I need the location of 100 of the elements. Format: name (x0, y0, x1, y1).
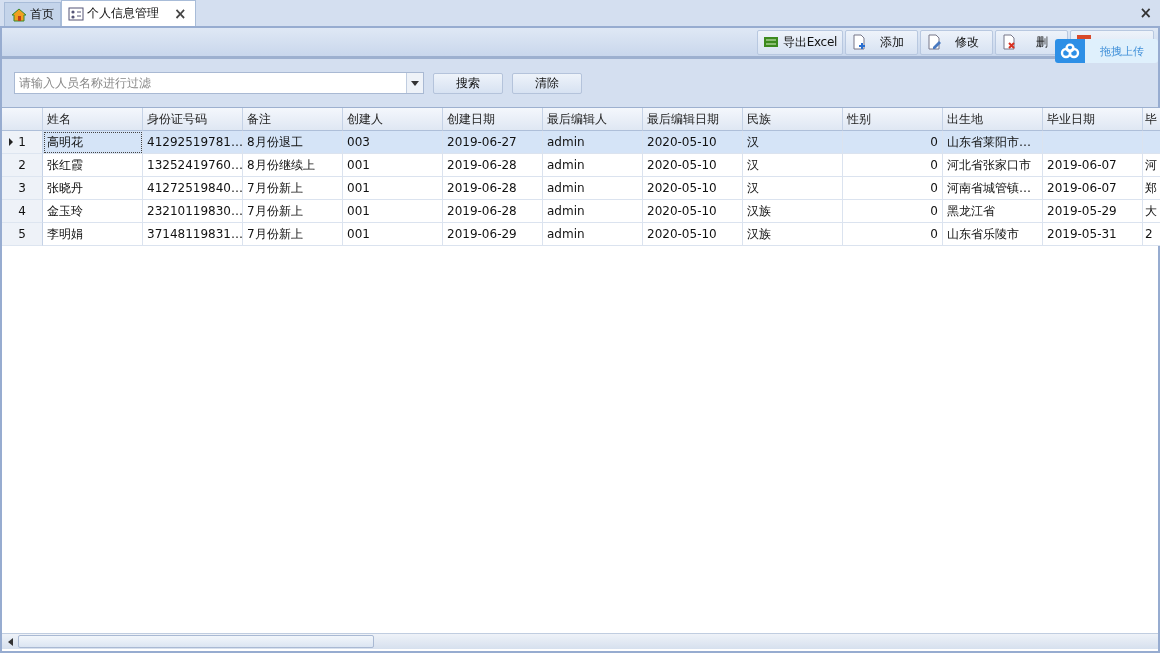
column-header[interactable]: 创建日期 (443, 108, 543, 131)
table-cell: 2019-06-27 (443, 131, 543, 154)
table-cell: 2019-05-31 (1043, 223, 1143, 246)
column-header[interactable]: 性别 (843, 108, 943, 131)
table-cell: admin (543, 131, 643, 154)
table-cell: 河南省城管镇… (943, 177, 1043, 200)
column-header[interactable]: 创建人 (343, 108, 443, 131)
row-number: 2 (18, 158, 26, 172)
row-header[interactable]: 4 (2, 200, 43, 223)
table-cell: 汉 (743, 154, 843, 177)
table-cell: 8月份继续上 (243, 154, 343, 177)
table-cell: 0 (843, 154, 943, 177)
table-cell: 0 (843, 177, 943, 200)
table-cell: 7月份新上 (243, 223, 343, 246)
table-cell: 山东省乐陵市 (943, 223, 1043, 246)
column-header[interactable]: 出生地 (943, 108, 1043, 131)
row-number: 1 (18, 135, 26, 149)
table-cell: 0 (843, 223, 943, 246)
toolbar-button[interactable]: 修改 (920, 29, 993, 55)
table-cell: 汉 (743, 131, 843, 154)
table-cell: 2 (1143, 223, 1160, 246)
dropdown-icon[interactable] (406, 73, 423, 93)
table-cell: 13252419760… (143, 154, 243, 177)
table-cell: 黑龙江省 (943, 200, 1043, 223)
row-header[interactable]: 2 (2, 154, 43, 177)
table-cell: 0 (843, 200, 943, 223)
row-header[interactable]: 1 (2, 131, 43, 154)
edit-document-icon (926, 34, 942, 50)
table-cell: 李明娟 (43, 223, 143, 246)
table-cell: 2020-05-10 (643, 223, 743, 246)
row-number: 4 (18, 204, 26, 218)
table-row[interactable]: 5 李明娟 37148119831… 7月份新上 001 2019-06-29 admin 2020-05-10 汉族 0 山东省乐陵市 2019-05-31 2 (2, 223, 1158, 246)
toolbar-button[interactable]: 导出Excel (757, 29, 843, 55)
tab-label[interactable]: 个人信息管理 (87, 5, 159, 22)
delete-document-icon (1001, 34, 1017, 50)
table-cell: 2020-05-10 (643, 177, 743, 200)
filter-button[interactable]: 清除 (512, 72, 582, 94)
toolbar-button[interactable]: 添加 (845, 29, 918, 55)
table-row[interactable]: 2 张红霞 13252419760… 8月份继续上 001 2019-06-28 admin 2020-05-10 汉 0 河北省张家口市 2019-06-07 河 (2, 154, 1158, 177)
table-cell: 41272519840… (143, 177, 243, 200)
table-cell: 2019-06-07 (1043, 154, 1143, 177)
row-header[interactable]: 5 (2, 223, 43, 246)
add-document-icon (851, 34, 867, 50)
corner-cell (2, 108, 43, 131)
filter-button[interactable]: 搜索 (433, 72, 503, 94)
table-cell: 23210119830… (143, 200, 243, 223)
table-cell: 003 (343, 131, 443, 154)
table-cell: 001 (343, 154, 443, 177)
table-cell: 37148119831… (143, 223, 243, 246)
tab[interactable]: 首页 (4, 2, 61, 26)
column-header[interactable]: 毕业日期 (1043, 108, 1143, 131)
row-number: 5 (18, 227, 26, 241)
column-header[interactable]: 毕 (1143, 108, 1160, 131)
table-cell: 汉族 (743, 200, 843, 223)
table-row[interactable]: 1 高明花 41292519781… 8月份退工 003 2019-06-27 admin 2020-05-10 汉 0 山东省莱阳市… (2, 131, 1158, 154)
table-cell: admin (543, 177, 643, 200)
table-cell: 2019-06-28 (443, 154, 543, 177)
table-cell: 2020-05-10 (643, 200, 743, 223)
table-cell: 郑 (1143, 177, 1160, 200)
column-header[interactable]: 最后编辑日期 (643, 108, 743, 131)
column-header[interactable]: 民族 (743, 108, 843, 131)
home-icon (11, 6, 27, 23)
table-cell: 2019-06-07 (1043, 177, 1143, 200)
table-cell: 金玉玲 (43, 200, 143, 223)
table-cell: 高明花 (43, 131, 143, 154)
table-cell: 大 (1143, 200, 1160, 223)
table-cell: 河北省张家口市 (943, 154, 1043, 177)
table-cell: 2019-06-28 (443, 200, 543, 223)
table-row[interactable]: 4 金玉玲 23210119830… 7月份新上 001 2019-06-28 admin 2020-05-10 汉族 0 黑龙江省 2019-05-29 大 (2, 200, 1158, 223)
scroll-thumb[interactable] (18, 635, 374, 648)
column-header[interactable]: 身份证号码 (143, 108, 243, 131)
table-cell: 2020-05-10 (643, 154, 743, 177)
table-cell: admin (543, 200, 643, 223)
spreadsheet-icon (763, 34, 780, 50)
column-header[interactable]: 备注 (243, 108, 343, 131)
close-button[interactable]: × (1137, 4, 1154, 22)
tab-label[interactable]: 首页 (30, 6, 54, 23)
table-cell: 山东省莱阳市… (943, 131, 1043, 154)
table-cell: 张红霞 (43, 154, 143, 177)
table-cell: 001 (343, 200, 443, 223)
horizontal-scrollbar[interactable] (2, 633, 1158, 649)
table-cell: 001 (343, 177, 443, 200)
tab[interactable]: 个人信息管理 × (61, 0, 196, 26)
table-cell: 001 (343, 223, 443, 246)
table-cell: 汉族 (743, 223, 843, 246)
table-cell: 7月份新上 (243, 200, 343, 223)
column-header[interactable]: 姓名 (43, 108, 143, 131)
table-cell: 41292519781… (143, 131, 243, 154)
column-header[interactable]: 最后编辑人 (543, 108, 643, 131)
table-cell: 河 (1143, 154, 1160, 177)
table-cell: 0 (843, 131, 943, 154)
table-row[interactable]: 3 张晓丹 41272519840… 7月份新上 001 2019-06-28 admin 2020-05-10 汉 0 河南省城管镇… 2019-06-07 郑 (2, 177, 1158, 200)
row-number: 3 (18, 181, 26, 195)
table-cell: 2019-05-29 (1043, 200, 1143, 223)
scroll-left-icon[interactable] (8, 637, 13, 646)
row-header[interactable]: 3 (2, 177, 43, 200)
current-row-icon (9, 138, 13, 146)
table-cell: admin (543, 154, 643, 177)
table-cell: 汉 (743, 177, 843, 200)
cloud-icon (1055, 39, 1085, 63)
